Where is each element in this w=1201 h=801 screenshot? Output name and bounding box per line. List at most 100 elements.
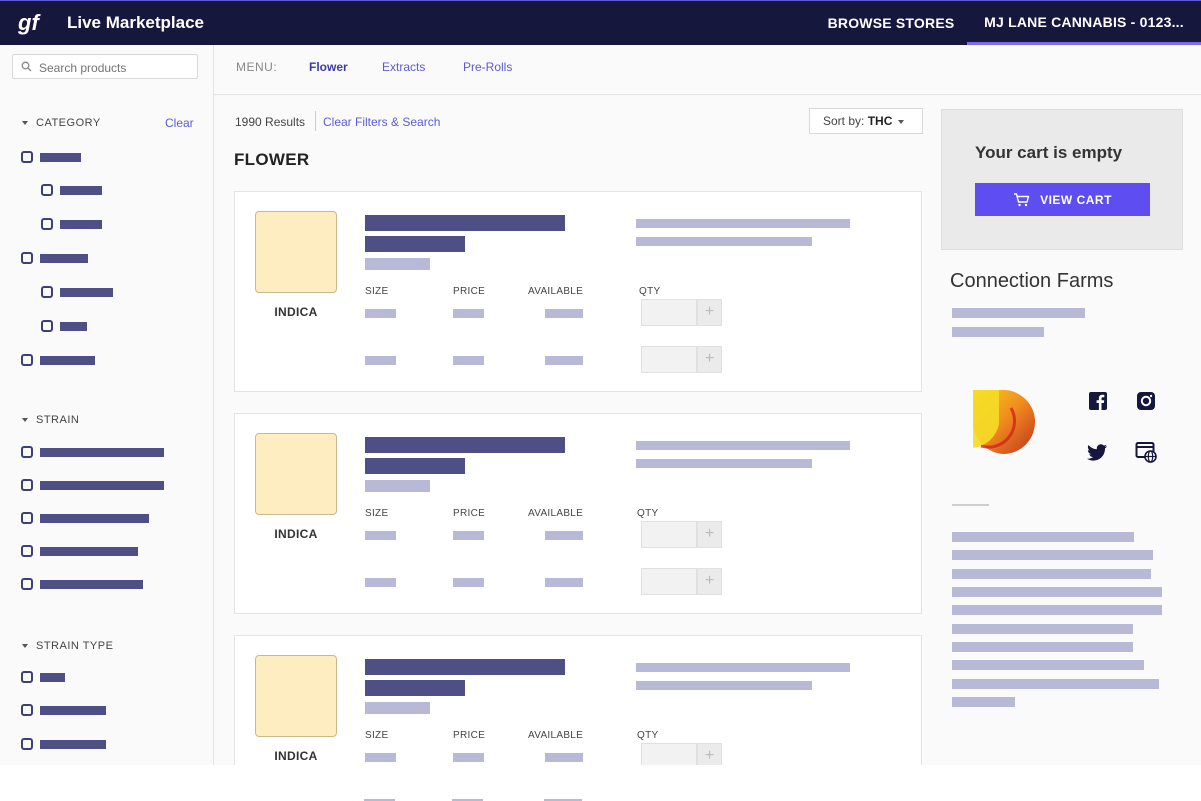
strain-type-checkbox[interactable] [21, 738, 33, 750]
column-qty: QTY [639, 286, 661, 297]
strain-checkbox[interactable] [21, 446, 33, 458]
product-card[interactable]: INDICA SIZE PRICE AVAILABLE QTY + + [234, 191, 922, 392]
strain-type-checkbox[interactable] [21, 704, 33, 716]
available-placeholder [545, 753, 583, 762]
instagram-icon[interactable] [1135, 390, 1157, 412]
category-clear-link[interactable]: Clear [165, 116, 194, 130]
increment-button[interactable]: + [697, 346, 722, 373]
increment-button[interactable]: + [697, 521, 722, 548]
product-image[interactable] [255, 433, 337, 515]
category-checkbox[interactable] [21, 252, 33, 264]
product-name-placeholder [365, 659, 565, 675]
category-option-placeholder [60, 220, 102, 229]
strain-checkbox[interactable] [21, 512, 33, 524]
view-cart-button[interactable]: VIEW CART [975, 183, 1150, 216]
category-filter-header[interactable]: CATEGORY [22, 117, 101, 129]
menu-label: MENU: [236, 60, 278, 74]
cart-icon [1014, 192, 1030, 206]
quantity-input[interactable] [641, 299, 697, 326]
price-placeholder [453, 753, 484, 762]
cart-panel: Your cart is empty VIEW CART [941, 109, 1183, 250]
strain-checkbox[interactable] [21, 479, 33, 491]
menu-tab-pre-rolls[interactable]: Pre-Rolls [463, 60, 512, 74]
strain-option-placeholder [40, 547, 138, 556]
category-checkbox[interactable] [41, 320, 53, 332]
product-desc-placeholder [636, 459, 812, 468]
store-logo [973, 389, 1036, 454]
product-image[interactable] [255, 655, 337, 737]
strain-type-filter-header[interactable]: STRAIN TYPE [22, 640, 113, 652]
strain-checkbox[interactable] [21, 545, 33, 557]
menu-tab-flower[interactable]: Flower [309, 60, 348, 74]
sort-dropdown[interactable]: Sort by: THC [809, 108, 923, 134]
product-brand-placeholder [365, 702, 430, 714]
website-icon[interactable] [1135, 441, 1157, 463]
quantity-input[interactable] [641, 743, 697, 765]
store-selector[interactable]: MJ LANE CANNABIS - 0123... [967, 1, 1201, 45]
column-price: PRICE [453, 286, 486, 297]
column-qty: QTY [637, 508, 659, 519]
quantity-stepper[interactable]: + [641, 299, 722, 326]
increment-button[interactable]: + [697, 743, 722, 765]
product-image[interactable] [255, 211, 337, 293]
product-card[interactable]: INDICA SIZE PRICE AVAILABLE QTY + + [234, 413, 922, 614]
size-placeholder [365, 578, 396, 587]
strain-type-checkbox[interactable] [21, 671, 33, 683]
category-option-placeholder [40, 254, 88, 263]
category-checkbox[interactable] [21, 354, 33, 366]
column-available: AVAILABLE [528, 286, 584, 297]
quantity-input[interactable] [641, 346, 697, 373]
search-box[interactable] [12, 54, 198, 79]
strain-label: STRAIN [36, 414, 80, 426]
quantity-stepper[interactable]: + [641, 521, 722, 548]
column-size: SIZE [365, 730, 389, 741]
product-name-placeholder [365, 437, 565, 453]
store-desc-placeholder [952, 624, 1133, 634]
column-available: AVAILABLE [528, 730, 584, 741]
quantity-input[interactable] [641, 521, 697, 548]
available-placeholder [545, 578, 583, 587]
price-placeholder [453, 531, 484, 540]
quantity-stepper[interactable]: + [641, 743, 722, 765]
caret-down-icon [22, 644, 28, 649]
facebook-icon[interactable] [1087, 390, 1109, 412]
cart-empty-text: Your cart is empty [975, 143, 1123, 162]
category-checkbox[interactable] [41, 218, 53, 230]
quantity-stepper[interactable]: + [641, 568, 722, 595]
product-desc-placeholder [636, 219, 850, 228]
product-desc-placeholder [636, 441, 850, 450]
product-desc-placeholder [636, 663, 850, 672]
strain-checkbox[interactable] [21, 578, 33, 590]
store-info-placeholder [952, 308, 1085, 318]
gf-logo-icon[interactable]: gf [18, 8, 46, 38]
strain-type-label: STRAIN TYPE [36, 640, 114, 652]
category-option-placeholder [40, 153, 81, 162]
clear-filters-link[interactable]: Clear Filters & Search [323, 115, 440, 129]
strain-filter-header[interactable]: STRAIN [22, 414, 79, 426]
svg-text:gf: gf [18, 10, 41, 35]
increment-button[interactable]: + [697, 299, 722, 326]
category-option-placeholder [60, 322, 87, 331]
divider [315, 111, 316, 131]
store-desc-placeholder [952, 532, 1134, 542]
category-checkbox[interactable] [21, 151, 33, 163]
quantity-stepper[interactable]: + [641, 346, 722, 373]
increment-button[interactable]: + [697, 568, 722, 595]
product-name-placeholder [365, 680, 465, 696]
category-option-placeholder [60, 186, 102, 195]
store-desc-placeholder [952, 660, 1144, 670]
menu-tab-extracts[interactable]: Extracts [382, 60, 425, 74]
category-option-placeholder [60, 288, 113, 297]
price-placeholder [453, 309, 484, 318]
search-input[interactable] [37, 57, 191, 78]
browse-stores-link[interactable]: BROWSE STORES [816, 1, 966, 45]
column-price: PRICE [453, 730, 486, 741]
quantity-input[interactable] [641, 568, 697, 595]
category-checkbox[interactable] [41, 184, 53, 196]
product-card[interactable]: INDICA SIZE PRICE AVAILABLE QTY + [234, 635, 922, 765]
twitter-icon[interactable] [1086, 441, 1108, 463]
category-checkbox[interactable] [41, 286, 53, 298]
category-option-placeholder [40, 356, 95, 365]
app-title: Live Marketplace [67, 13, 205, 32]
product-desc-placeholder [636, 237, 812, 246]
